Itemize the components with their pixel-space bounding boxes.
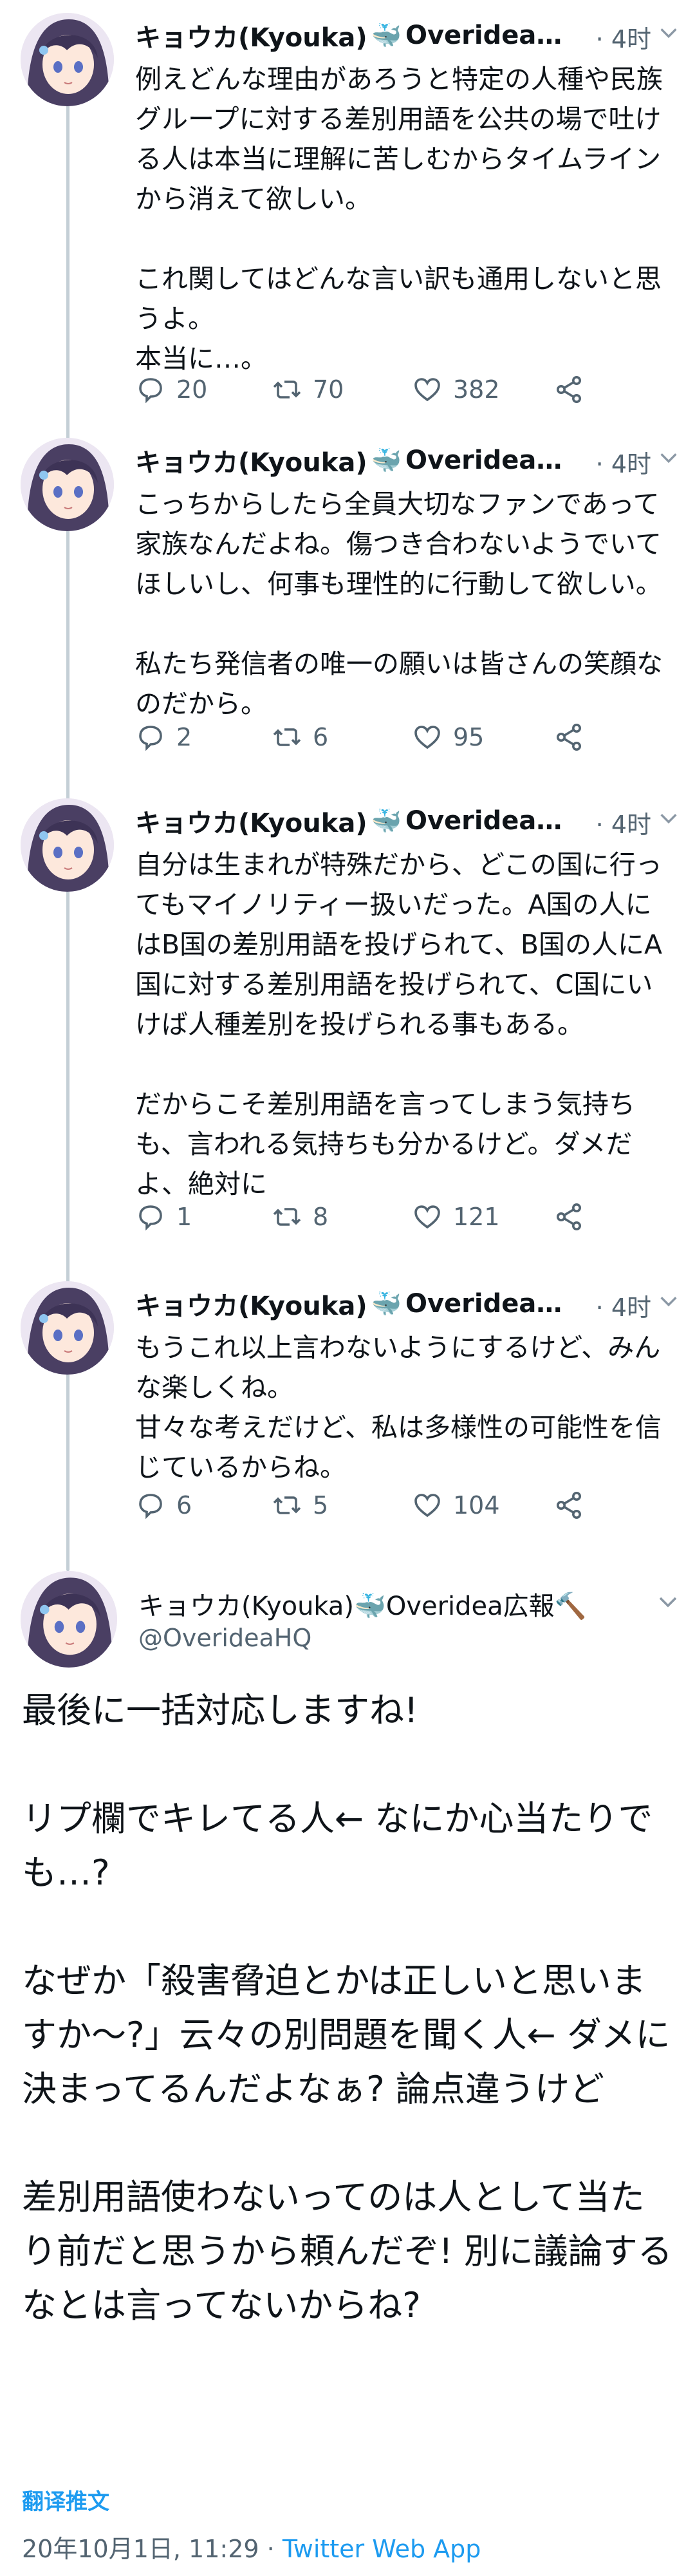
display-name-suffix[interactable]: Overidea… — [405, 1289, 562, 1319]
tweet-time[interactable]: · 4时 — [596, 19, 651, 55]
retweet-count: 5 — [313, 1491, 329, 1519]
action-bar: 2 6 95 — [135, 718, 605, 757]
reply-count: 1 — [176, 1203, 192, 1231]
display-name-suffix[interactable]: Overidea… — [405, 446, 562, 475]
retweet-button[interactable]: 5 — [272, 1490, 328, 1521]
thread-tweet[interactable]: キョウカ(Kyouka) 🐳 Overidea… · 4时 例えどんな理由があろ… — [0, 13, 695, 412]
tweet-text: 例えどんな理由があろうと特定の人種や民族グループに対する差別用語を公共の場で吐け… — [135, 64, 663, 374]
reply-button[interactable]: 2 — [135, 722, 192, 753]
meta-separator: · — [259, 2535, 283, 2563]
like-button[interactable]: 382 — [412, 374, 500, 405]
display-name[interactable]: キョウカ(Kyouka) — [135, 1285, 367, 1322]
tweet-time[interactable]: · 4时 — [596, 444, 651, 480]
chevron-down-icon[interactable] — [658, 22, 680, 44]
action-bar: 20 70 382 — [135, 370, 605, 409]
tweet-text: こっちからしたら全員大切なファンであって家族なんだよね。傷つき合わないようでいて… — [135, 489, 663, 719]
share-icon — [557, 1492, 581, 1519]
like-icon — [414, 1494, 440, 1518]
tweet-source-link[interactable]: Twitter Web App — [283, 2535, 481, 2563]
action-bar: 1 8 121 — [135, 1198, 605, 1236]
avatar[interactable] — [21, 798, 114, 892]
like-button[interactable]: 95 — [412, 722, 484, 753]
retweet-button[interactable]: 8 — [272, 1201, 328, 1232]
tweet-timestamp[interactable]: 20年10月1日, 11:29 — [22, 2535, 259, 2563]
retweet-icon — [273, 1496, 301, 1514]
like-count: 382 — [453, 375, 500, 404]
tweet-time[interactable]: · 4时 — [596, 1288, 651, 1323]
whale-emoji: 🐳 — [371, 1289, 402, 1318]
reply-button[interactable]: 6 — [135, 1490, 192, 1521]
reply-count: 2 — [176, 723, 192, 751]
thread-tweet[interactable]: キョウカ(Kyouka) 🐳 Overidea… · 4时 こっちからしたら全員… — [0, 438, 695, 760]
whale-emoji: 🐳 — [371, 446, 402, 475]
reply-icon — [139, 1494, 162, 1519]
display-name[interactable]: キョウカ(Kyouka) — [135, 17, 367, 54]
display-name[interactable]: キョウカ(Kyouka) — [135, 802, 367, 840]
retweet-button[interactable]: 6 — [272, 722, 328, 753]
like-button[interactable]: 104 — [412, 1490, 500, 1521]
tweet-time[interactable]: · 4时 — [596, 805, 651, 840]
tweet-header: キョウカ(Kyouka) 🐳 Overidea… — [135, 17, 676, 54]
main-tweet-text: 最後に一括対応しますね! リプ欄でキレてる人← なにか心当たりでも…? なぜか「… — [22, 1690, 672, 2326]
retweet-button[interactable]: 70 — [272, 374, 344, 405]
retweet-icon — [273, 728, 301, 746]
retweet-count: 8 — [313, 1203, 329, 1231]
whale-emoji: 🐳 — [371, 21, 402, 50]
like-button[interactable]: 121 — [412, 1201, 500, 1232]
chevron-down-icon[interactable] — [658, 807, 680, 829]
action-bar: 6 5 104 — [135, 1486, 605, 1525]
avatar[interactable] — [21, 438, 114, 531]
whale-emoji: 🐳 — [371, 806, 402, 835]
like-icon — [414, 726, 440, 749]
reply-button[interactable]: 20 — [135, 374, 207, 405]
tweet-metadata: 20年10月1日, 11:29 · Twitter Web App — [22, 2529, 481, 2564]
avatar[interactable] — [21, 1571, 117, 1668]
share-icon — [557, 1203, 581, 1230]
share-button[interactable] — [553, 374, 595, 405]
translate-tweet-link[interactable]: 翻译推文 — [22, 2484, 109, 2515]
share-button[interactable] — [553, 722, 595, 753]
thread-tweet[interactable]: キョウカ(Kyouka) 🐳 Overidea… · 4时 もうこれ以上言わない… — [0, 1281, 695, 1539]
tweet-text: もうこれ以上言わないようにするけど、みんな楽しくね。 甘々な考えだけど、私は多様… — [135, 1332, 662, 1483]
tweet-text: 自分は生まれが特殊だから、どこの国に行ってもマイノリティー扱いだった。A国の人に… — [135, 849, 663, 1199]
like-count: 104 — [453, 1491, 500, 1519]
reply-icon — [139, 1205, 162, 1231]
reply-icon — [139, 378, 162, 404]
tweet-header: キョウカ(Kyouka) 🐳 Overidea… — [135, 802, 676, 840]
retweet-count: 70 — [313, 375, 344, 404]
chevron-down-icon[interactable] — [658, 1290, 680, 1312]
display-name-suffix: Overidea広報🔨 — [385, 1592, 587, 1621]
chevron-down-icon[interactable] — [658, 447, 680, 469]
thread-tweet[interactable]: キョウカ(Kyouka) 🐳 Overidea… · 4时 自分は生まれが特殊だ… — [0, 798, 695, 1249]
reply-count: 6 — [176, 1491, 192, 1519]
avatar[interactable] — [21, 1281, 114, 1375]
display-name[interactable]: キョウカ(Kyouka)🐳Overidea広報🔨 — [138, 1585, 586, 1622]
like-count: 95 — [453, 723, 485, 751]
share-icon — [557, 376, 581, 403]
avatar[interactable] — [21, 13, 114, 106]
display-name-suffix[interactable]: Overidea… — [405, 806, 562, 836]
like-icon — [414, 1205, 440, 1229]
reply-count: 20 — [176, 375, 208, 404]
display-name[interactable]: キョウカ(Kyouka) — [135, 442, 367, 479]
share-button[interactable] — [553, 1201, 595, 1232]
retweet-count: 6 — [313, 723, 329, 751]
like-icon — [414, 378, 440, 402]
display-name-suffix[interactable]: Overidea… — [405, 21, 562, 50]
tweet-header: キョウカ(Kyouka) 🐳 Overidea… — [135, 442, 676, 479]
user-handle[interactable]: @OverideaHQ — [138, 1624, 311, 1652]
whale-emoji: 🐳 — [354, 1592, 386, 1621]
reply-icon — [139, 726, 162, 751]
tweet-header: キョウカ(Kyouka) 🐳 Overidea… — [135, 1285, 676, 1322]
share-button[interactable] — [553, 1490, 595, 1521]
display-name-text: キョウカ(Kyouka) — [138, 1592, 354, 1621]
share-icon — [557, 724, 581, 751]
like-count: 121 — [453, 1203, 500, 1231]
chevron-down-icon[interactable] — [656, 1590, 680, 1613]
retweet-icon — [273, 1208, 301, 1226]
retweet-icon — [273, 381, 301, 399]
main-tweet-header: キョウカ(Kyouka)🐳Overidea広報🔨 @OverideaHQ — [0, 1571, 695, 1687]
reply-button[interactable]: 1 — [135, 1201, 192, 1232]
